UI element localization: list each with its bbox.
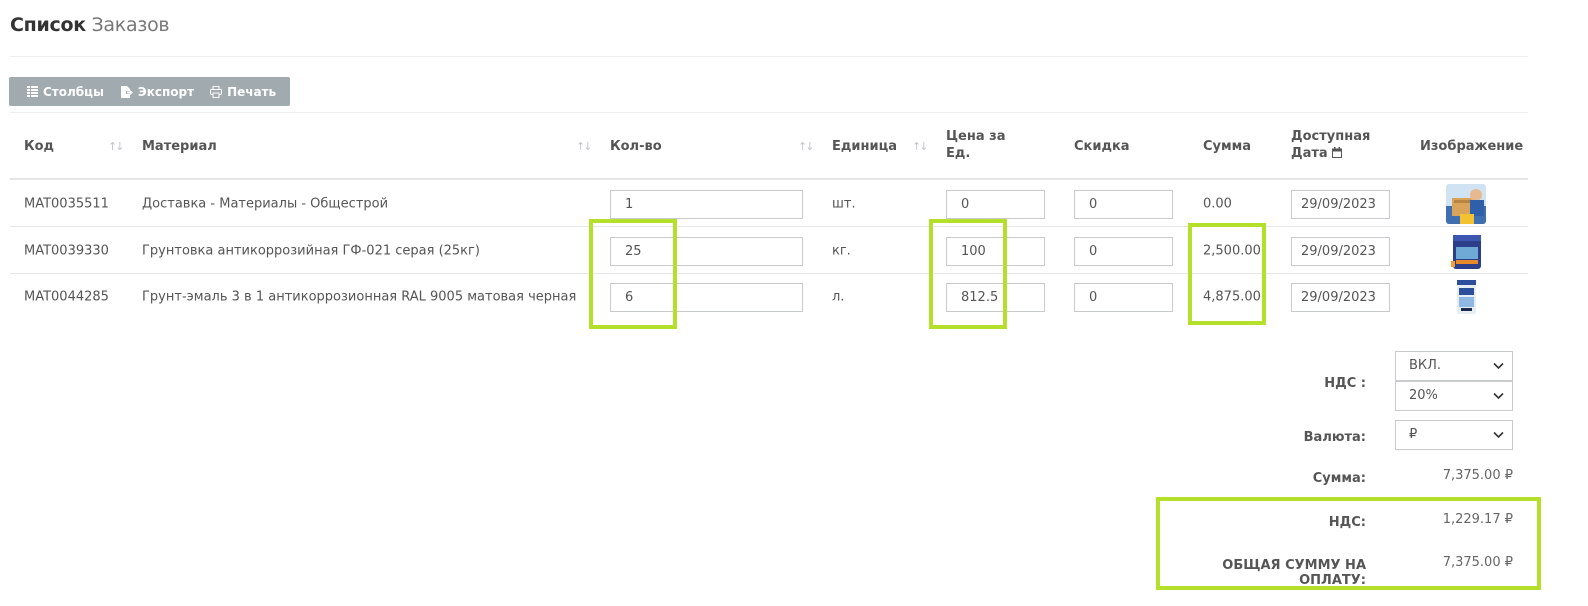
vat-mode-select[interactable]: ВКЛ. <box>1395 351 1513 381</box>
price-header-line1: Цена за <box>946 129 1006 144</box>
discount-input[interactable]: 0 <box>1074 237 1173 266</box>
page-title-bold: Список <box>10 14 86 36</box>
columns-button[interactable]: Столбцы <box>19 85 112 99</box>
date-input[interactable]: 29/09/2023 <box>1291 283 1390 312</box>
currency-label: Валюта: <box>1303 430 1366 445</box>
column-header-date: Доступная Дата <box>1291 128 1370 162</box>
vat-rate-value: 20% <box>1409 388 1438 403</box>
row-unit: л. <box>832 289 845 305</box>
row-code: MAT0039330 <box>24 243 109 258</box>
sort-icon[interactable]: ↑↓ <box>798 140 815 153</box>
quantity-input[interactable]: 1 <box>610 190 803 219</box>
table-toolbar: Столбцы Экспорт Печать <box>9 77 291 106</box>
product-image[interactable] <box>1446 231 1486 271</box>
price-header-line2: Ед. <box>946 146 971 161</box>
date-header-label: Дата <box>1291 146 1328 161</box>
column-header-image: Изображение <box>1420 139 1524 154</box>
row-unit: шт. <box>832 196 856 211</box>
discount-input[interactable]: 0 <box>1074 283 1173 312</box>
column-header-qty[interactable]: Кол-во <box>610 138 662 155</box>
column-header-material[interactable]: Материал <box>142 138 217 155</box>
highlight-box-quantity <box>589 219 677 329</box>
row-material: Грунтовка антикоррозийная ГФ-021 серая (… <box>142 243 480 258</box>
chevron-down-icon <box>1493 431 1504 439</box>
discount-input[interactable]: 0 <box>1074 190 1173 219</box>
date-input[interactable]: 29/09/2023 <box>1291 190 1390 219</box>
page-title: Список Заказов <box>10 14 170 36</box>
price-input[interactable]: 0 <box>946 190 1045 219</box>
columns-label: Столбцы <box>43 84 104 99</box>
columns-icon <box>27 86 38 97</box>
column-header-price: Цена за Ед. <box>946 128 1005 162</box>
table-row: MAT0044285 Грунт-эмаль 3 в 1 антикоррози… <box>10 274 1528 320</box>
chevron-down-icon <box>1493 362 1504 370</box>
export-button[interactable]: Экспорт <box>112 85 202 99</box>
print-button[interactable]: Печать <box>202 85 284 99</box>
vat-mode-value: ВКЛ. <box>1409 358 1442 373</box>
column-header-discount: Скидка <box>1074 139 1130 154</box>
column-header-sum: Сумма <box>1203 139 1252 154</box>
highlight-box-price <box>929 219 1007 329</box>
sort-icon[interactable]: ↑↓ <box>108 140 125 153</box>
column-header-code[interactable]: Код <box>24 138 54 155</box>
divider <box>10 112 1528 113</box>
vat-mode-label: НДС : <box>1324 376 1366 391</box>
chevron-down-icon <box>1493 392 1504 400</box>
product-image[interactable] <box>1446 277 1486 317</box>
export-label: Экспорт <box>137 84 195 99</box>
table-header: Код ↑↓ Материал ↑↓ Кол-во ↑↓ Единица ↑↓ … <box>10 114 1528 180</box>
currency-select[interactable]: ₽ <box>1395 420 1513 450</box>
calendar-icon <box>1332 147 1343 158</box>
sort-icon[interactable]: ↑↓ <box>576 140 593 153</box>
row-code: MAT0035511 <box>24 196 109 211</box>
table-row: MAT0035511 Доставка - Материалы - Общест… <box>10 181 1528 227</box>
currency-value: ₽ <box>1409 427 1418 442</box>
export-icon <box>120 85 133 98</box>
row-code: MAT0044285 <box>24 289 109 305</box>
date-header-line2: Дата <box>1291 145 1370 162</box>
print-label: Печать <box>227 84 277 99</box>
vat-rate-select[interactable]: 20% <box>1395 381 1513 411</box>
row-material: Доставка - Материалы - Общестрой <box>142 196 389 211</box>
highlight-box-totals <box>1156 497 1541 590</box>
row-unit: кг. <box>832 243 851 258</box>
row-sum: 0.00 <box>1203 196 1232 211</box>
print-icon <box>210 85 223 98</box>
sum-label: Сумма: <box>1312 471 1366 486</box>
page-title-light: Заказов <box>91 14 170 36</box>
table-row: MAT0039330 Грунтовка антикоррозийная ГФ-… <box>10 228 1528 274</box>
column-header-unit[interactable]: Единица <box>832 138 897 155</box>
date-header-line1: Доступная <box>1291 129 1371 144</box>
row-material: Грунт-эмаль 3 в 1 антикоррозионная RAL 9… <box>142 289 577 305</box>
sort-icon[interactable]: ↑↓ <box>912 140 929 153</box>
date-input[interactable]: 29/09/2023 <box>1291 237 1390 266</box>
product-image[interactable] <box>1446 184 1486 224</box>
divider <box>10 56 1528 57</box>
sum-value: 7,375.00 ₽ <box>1442 468 1513 483</box>
highlight-box-sum <box>1188 223 1266 325</box>
